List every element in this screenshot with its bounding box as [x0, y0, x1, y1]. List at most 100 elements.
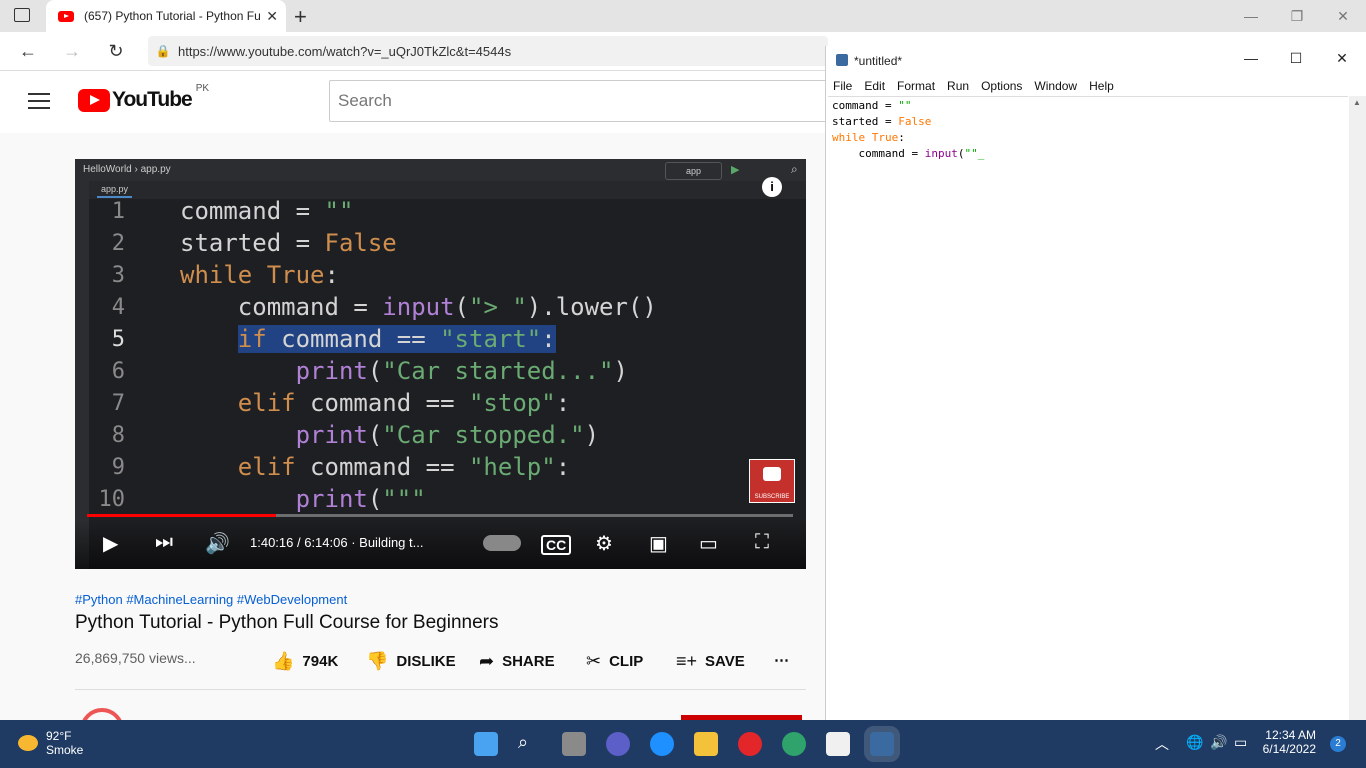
code-token: elif — [237, 389, 296, 417]
task-view-icon[interactable] — [562, 732, 586, 756]
theater-mode-icon[interactable]: ▭ — [699, 531, 718, 556]
browser-tab-strip: (657) Python Tutorial - Python Fu ✕ + — … — [0, 0, 1366, 32]
code-line: started = False — [180, 229, 397, 257]
view-count[interactable]: 26,869,750 views... — [75, 650, 196, 666]
menu-format[interactable]: Format — [897, 79, 935, 93]
chat-icon[interactable] — [606, 732, 630, 756]
selected-code: if command == "start": — [237, 325, 556, 353]
code-token: "help" — [468, 453, 556, 481]
back-icon[interactable]: ← — [14, 38, 42, 64]
thumbs-down-icon: 👎 — [366, 651, 389, 671]
idle-close-icon[interactable]: ✕ — [1320, 50, 1364, 72]
code-token: ) — [613, 357, 628, 385]
show-hidden-icons[interactable]: ︿ — [1155, 734, 1169, 754]
menu-icon[interactable] — [28, 93, 50, 109]
edge-icon[interactable] — [782, 732, 806, 756]
code-token: ( — [367, 357, 383, 385]
play-icon[interactable]: ▶ — [103, 531, 118, 556]
line-number: 5 — [111, 327, 125, 352]
code-text: command = — [832, 99, 899, 112]
code-token: "" — [382, 485, 412, 513]
clock[interactable]: 12:34 AM 6/14/2022 — [1263, 728, 1316, 756]
code-token: True — [266, 261, 325, 289]
url-input[interactable]: 🔒 https://www.youtube.com/watch?v=_uQrJ0… — [148, 36, 828, 66]
code-line: print(""" — [180, 485, 426, 513]
help-icon[interactable] — [650, 732, 674, 756]
autoplay-toggle[interactable] — [483, 535, 521, 551]
code-token: command = — [180, 293, 383, 321]
subscribe-watermark[interactable]: SUBSCRIBE — [749, 459, 795, 503]
youtube-logo-text: YouTube — [112, 88, 193, 111]
idle-text-area[interactable]: command = "" started = False while True:… — [828, 96, 1348, 721]
miniplayer-icon[interactable]: ▣ — [649, 531, 668, 556]
forward-icon[interactable]: → — [58, 38, 86, 64]
share-label: SHARE — [502, 653, 555, 670]
clip-button[interactable]: ✂ CLIP — [586, 651, 643, 672]
menu-help[interactable]: Help — [1089, 79, 1114, 93]
file-explorer-icon[interactable] — [694, 732, 718, 756]
store-icon[interactable] — [826, 732, 850, 756]
menu-file[interactable]: File — [833, 79, 852, 93]
fullscreen-icon[interactable]: ⛶ — [755, 531, 769, 554]
minimize-icon[interactable]: — — [1228, 0, 1274, 32]
dislike-button[interactable]: 👎 DISLIKE — [366, 651, 456, 672]
weather-temp: 92°F — [46, 729, 72, 743]
restore-icon[interactable]: ❐ — [1274, 0, 1320, 32]
save-label: SAVE — [705, 653, 745, 670]
video-tags[interactable]: #Python #MachineLearning #WebDevelopment — [75, 592, 347, 607]
settings-icon[interactable]: ⚙ — [595, 531, 613, 556]
search-icon[interactable]: ⌕ — [518, 732, 542, 756]
refresh-icon[interactable]: ↻ — [102, 38, 130, 64]
battery-icon[interactable]: ▭ — [1234, 734, 1247, 751]
opera-icon[interactable] — [738, 732, 762, 756]
idle-scrollbar[interactable]: ▲ — [1349, 96, 1366, 720]
scroll-up-icon[interactable]: ▲ — [1353, 98, 1361, 107]
python-idle-icon[interactable] — [864, 726, 900, 762]
language-icon[interactable]: 🌐 — [1186, 734, 1203, 751]
start-icon[interactable] — [474, 732, 498, 756]
code-token: while — [180, 261, 253, 289]
browser-tab-youtube[interactable]: (657) Python Tutorial - Python Fu ✕ — [46, 0, 286, 32]
save-button[interactable]: ≡+ SAVE — [676, 651, 745, 672]
chapter-title[interactable]: · Building t... — [351, 535, 423, 550]
share-button[interactable]: ➦ SHARE — [479, 651, 555, 672]
new-tab-icon[interactable]: + — [294, 4, 307, 30]
menu-window[interactable]: Window — [1034, 79, 1077, 93]
volume-tray-icon[interactable]: 🔊 — [1210, 734, 1227, 751]
playlist-add-icon: ≡+ — [676, 651, 698, 671]
menu-options[interactable]: Options — [981, 79, 1022, 93]
close-icon[interactable]: ✕ — [1320, 0, 1366, 32]
code-token: started = — [180, 229, 325, 257]
menu-run[interactable]: Run — [947, 79, 969, 93]
video-info-icon[interactable]: i — [762, 177, 782, 197]
ide-sidebar — [75, 181, 89, 569]
weather-widget[interactable]: 92°F Smoke — [18, 729, 83, 757]
notification-badge[interactable]: 2 — [1330, 736, 1346, 752]
like-button[interactable]: 👍 794K — [272, 651, 338, 672]
menu-edit[interactable]: Edit — [864, 79, 885, 93]
youtube-favicon-icon — [58, 10, 74, 22]
youtube-logo[interactable]: YouTube PK — [78, 83, 209, 112]
next-icon[interactable]: ⏭ — [155, 531, 173, 554]
video-progress-bar[interactable] — [87, 514, 793, 517]
captions-icon[interactable]: CC — [541, 535, 572, 555]
video-controls: ▶ ⏭ 🔊 1:40:16 / 6:14:06 · Building t... … — [75, 519, 806, 569]
code-token: elif — [237, 453, 296, 481]
volume-icon[interactable]: 🔊 — [205, 531, 230, 556]
code-line: command = input("> ").lower() — [180, 293, 657, 321]
video-player[interactable]: HelloWorld › app.py app ▶ ⌕ app.py i SUB… — [75, 159, 806, 569]
more-actions-icon[interactable]: ⋯ — [774, 651, 789, 669]
tab-actions-icon[interactable] — [14, 8, 30, 22]
code-builtin: input — [924, 147, 958, 160]
idle-minimize-icon[interactable]: — — [1229, 50, 1273, 72]
search-input[interactable]: Search — [329, 80, 829, 122]
line-number: 3 — [111, 263, 125, 288]
tab-close-icon[interactable]: ✕ — [266, 8, 278, 25]
code-line: command = "" — [180, 197, 353, 225]
video-title: Python Tutorial - Python Full Course for… — [75, 612, 499, 633]
code-token: if — [237, 325, 267, 353]
idle-maximize-icon[interactable]: ☐ — [1274, 50, 1318, 72]
line-number: 2 — [111, 231, 125, 256]
